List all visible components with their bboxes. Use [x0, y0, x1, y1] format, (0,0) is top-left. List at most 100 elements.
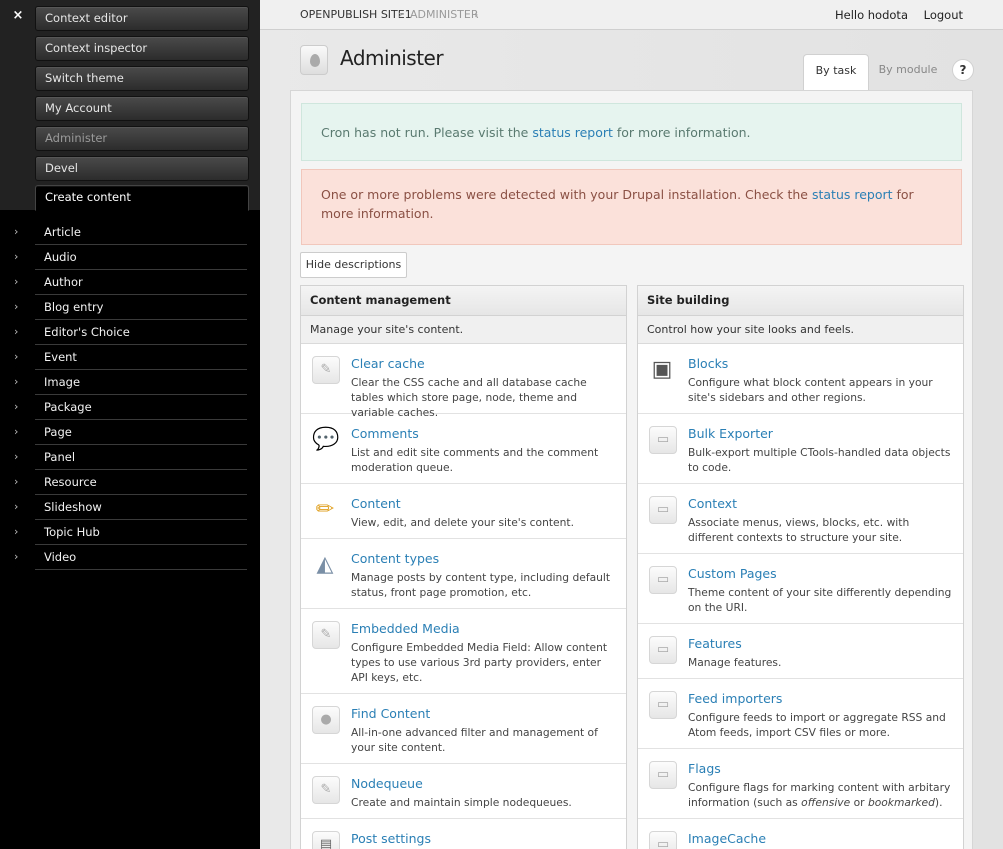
item-link-content[interactable]: Content — [351, 496, 401, 511]
message-text: One or more problems were detected with … — [321, 187, 812, 202]
item-link-clear-cache[interactable]: Clear cache — [351, 356, 425, 371]
item-link-feed-importers[interactable]: Feed importers — [688, 691, 782, 706]
menu-context-editor[interactable]: Context editor — [35, 6, 249, 31]
item-description: Create and maintain simple nodequeues. — [351, 796, 572, 809]
create-item-label: Resource — [44, 475, 97, 489]
create-item-page[interactable]: › Page — [0, 420, 260, 445]
menu-create-content[interactable]: Create content — [35, 185, 249, 211]
box-icon: ▭ — [649, 496, 677, 524]
admin-item: ◭ Content types Manage posts by content … — [301, 539, 626, 609]
create-item-slideshow[interactable]: › Slideshow — [0, 495, 260, 520]
tab-by-task[interactable]: By task — [803, 54, 869, 91]
chevron-right-icon: › — [14, 550, 19, 563]
create-item-video[interactable]: › Video — [0, 545, 260, 570]
item-link-custom-pages[interactable]: Custom Pages — [688, 566, 777, 581]
item-description: Configure what block content appears in … — [688, 376, 933, 404]
create-item-label: Blog entry — [44, 300, 104, 314]
box-icon: ▭ — [649, 566, 677, 594]
admin-item: ▭ Bulk Exporter Bulk-export multiple CTo… — [638, 414, 963, 484]
item-link-comments[interactable]: Comments — [351, 426, 419, 441]
document-icon: ▤ — [312, 831, 340, 849]
chevron-right-icon: › — [14, 375, 19, 388]
chevron-right-icon: › — [14, 250, 19, 263]
create-item-package[interactable]: › Package — [0, 395, 260, 420]
create-item-editors-choice[interactable]: › Editor's Choice — [0, 320, 260, 345]
block-description: Manage your site's content. — [301, 316, 626, 344]
chevron-right-icon: › — [14, 325, 19, 338]
error-message: One or more problems were detected with … — [301, 169, 962, 245]
item-link-nodequeue[interactable]: Nodequeue — [351, 776, 423, 791]
admin-sidebar: × Context editor Context inspector Switc… — [0, 0, 260, 849]
create-item-topic-hub[interactable]: › Topic Hub — [0, 520, 260, 545]
menu-administer[interactable]: Administer — [35, 126, 249, 151]
create-item-author[interactable]: › Author — [0, 270, 260, 295]
item-description: Manage features. — [688, 656, 782, 669]
status-report-link[interactable]: status report — [812, 187, 893, 202]
item-description: Bulk-export multiple CTools-handled data… — [688, 446, 951, 474]
chevron-right-icon: › — [14, 450, 19, 463]
item-description: Configure flags for marking content with… — [688, 781, 951, 809]
create-item-label: Video — [44, 550, 77, 564]
menu-devel[interactable]: Devel — [35, 156, 249, 181]
create-item-event[interactable]: › Event — [0, 345, 260, 370]
menu-my-account[interactable]: My Account — [35, 96, 249, 121]
create-item-label: Editor's Choice — [44, 325, 130, 339]
box-icon: ▭ — [649, 761, 677, 789]
item-description: Associate menus, views, blocks, etc. wit… — [688, 516, 910, 544]
admin-item: ▭ Flags Configure flags for marking cont… — [638, 749, 963, 819]
close-icon[interactable]: × — [10, 8, 26, 24]
main-content: OPENPUBLISH SITE1 › ADMINISTER › Hello h… — [260, 0, 1003, 849]
box-icon: ▭ — [649, 636, 677, 664]
user-icon: ● — [312, 706, 340, 734]
tab-by-module[interactable]: By module — [874, 54, 942, 91]
item-description: Configure Embedded Media Field: Allow co… — [351, 641, 608, 684]
create-item-resource[interactable]: › Resource — [0, 470, 260, 495]
item-link-bulk-exporter[interactable]: Bulk Exporter — [688, 426, 773, 441]
admin-item: ▭ ImageCache — [638, 819, 963, 849]
pencil-icon: ✎ — [312, 356, 340, 384]
create-item-audio[interactable]: › Audio — [0, 245, 260, 270]
block-title: Site building — [638, 286, 963, 316]
breadcrumb-separator: › — [474, 8, 479, 21]
admin-item: ✎ Embedded Media Configure Embedded Medi… — [301, 609, 626, 694]
status-report-link[interactable]: status report — [532, 125, 613, 140]
chevron-right-icon: › — [14, 400, 19, 413]
comment-bubble-icon: 💬 — [312, 427, 340, 452]
item-link-imagecache[interactable]: ImageCache — [688, 831, 766, 846]
item-link-blocks[interactable]: Blocks — [688, 356, 728, 371]
menu-switch-theme[interactable]: Switch theme — [35, 66, 249, 91]
admin-item: ▭ Feed importers Configure feeds to impo… — [638, 679, 963, 749]
breadcrumb-site[interactable]: OPENPUBLISH SITE1 — [300, 0, 412, 30]
chevron-right-icon: › — [14, 300, 19, 313]
content-management-block: Content management Manage your site's co… — [300, 285, 627, 849]
item-link-content-types[interactable]: Content types — [351, 551, 439, 566]
item-link-embedded-media[interactable]: Embedded Media — [351, 621, 460, 636]
item-link-context[interactable]: Context — [688, 496, 737, 511]
create-item-panel[interactable]: › Panel — [0, 445, 260, 470]
create-item-blog-entry[interactable]: › Blog entry — [0, 295, 260, 320]
item-link-find-content[interactable]: Find Content — [351, 706, 430, 721]
top-bar: OPENPUBLISH SITE1 › ADMINISTER › Hello h… — [260, 0, 1003, 30]
admin-item: ▤ Post settings — [301, 819, 626, 849]
create-item-article[interactable]: › Article — [0, 220, 260, 245]
item-link-features[interactable]: Features — [688, 636, 742, 651]
admin-item: ▣ Blocks Configure what block content ap… — [638, 344, 963, 414]
status-message: Cron has not run. Please visit the statu… — [301, 103, 962, 161]
item-link-post-settings[interactable]: Post settings — [351, 831, 431, 846]
hide-descriptions-button[interactable]: Hide descriptions — [300, 252, 407, 278]
box-icon: ▭ — [649, 426, 677, 454]
drop-icon — [300, 45, 328, 75]
blocks-icon: ▣ — [651, 357, 673, 382]
help-icon[interactable]: ? — [952, 59, 974, 81]
breadcrumb-administer[interactable]: ADMINISTER — [410, 0, 479, 30]
block-description: Control how your site looks and feels. — [638, 316, 963, 344]
menu-context-inspector[interactable]: Context inspector — [35, 36, 249, 61]
message-text: Cron has not run. Please visit the — [321, 125, 533, 140]
logout-link[interactable]: Logout — [924, 0, 963, 30]
item-description: Manage posts by content type, including … — [351, 571, 611, 599]
create-item-image[interactable]: › Image — [0, 370, 260, 395]
chevron-right-icon: › — [14, 475, 19, 488]
item-link-flags[interactable]: Flags — [688, 761, 721, 776]
user-greeting[interactable]: Hello hodota — [835, 0, 908, 30]
pencil-icon: ✎ — [312, 776, 340, 804]
